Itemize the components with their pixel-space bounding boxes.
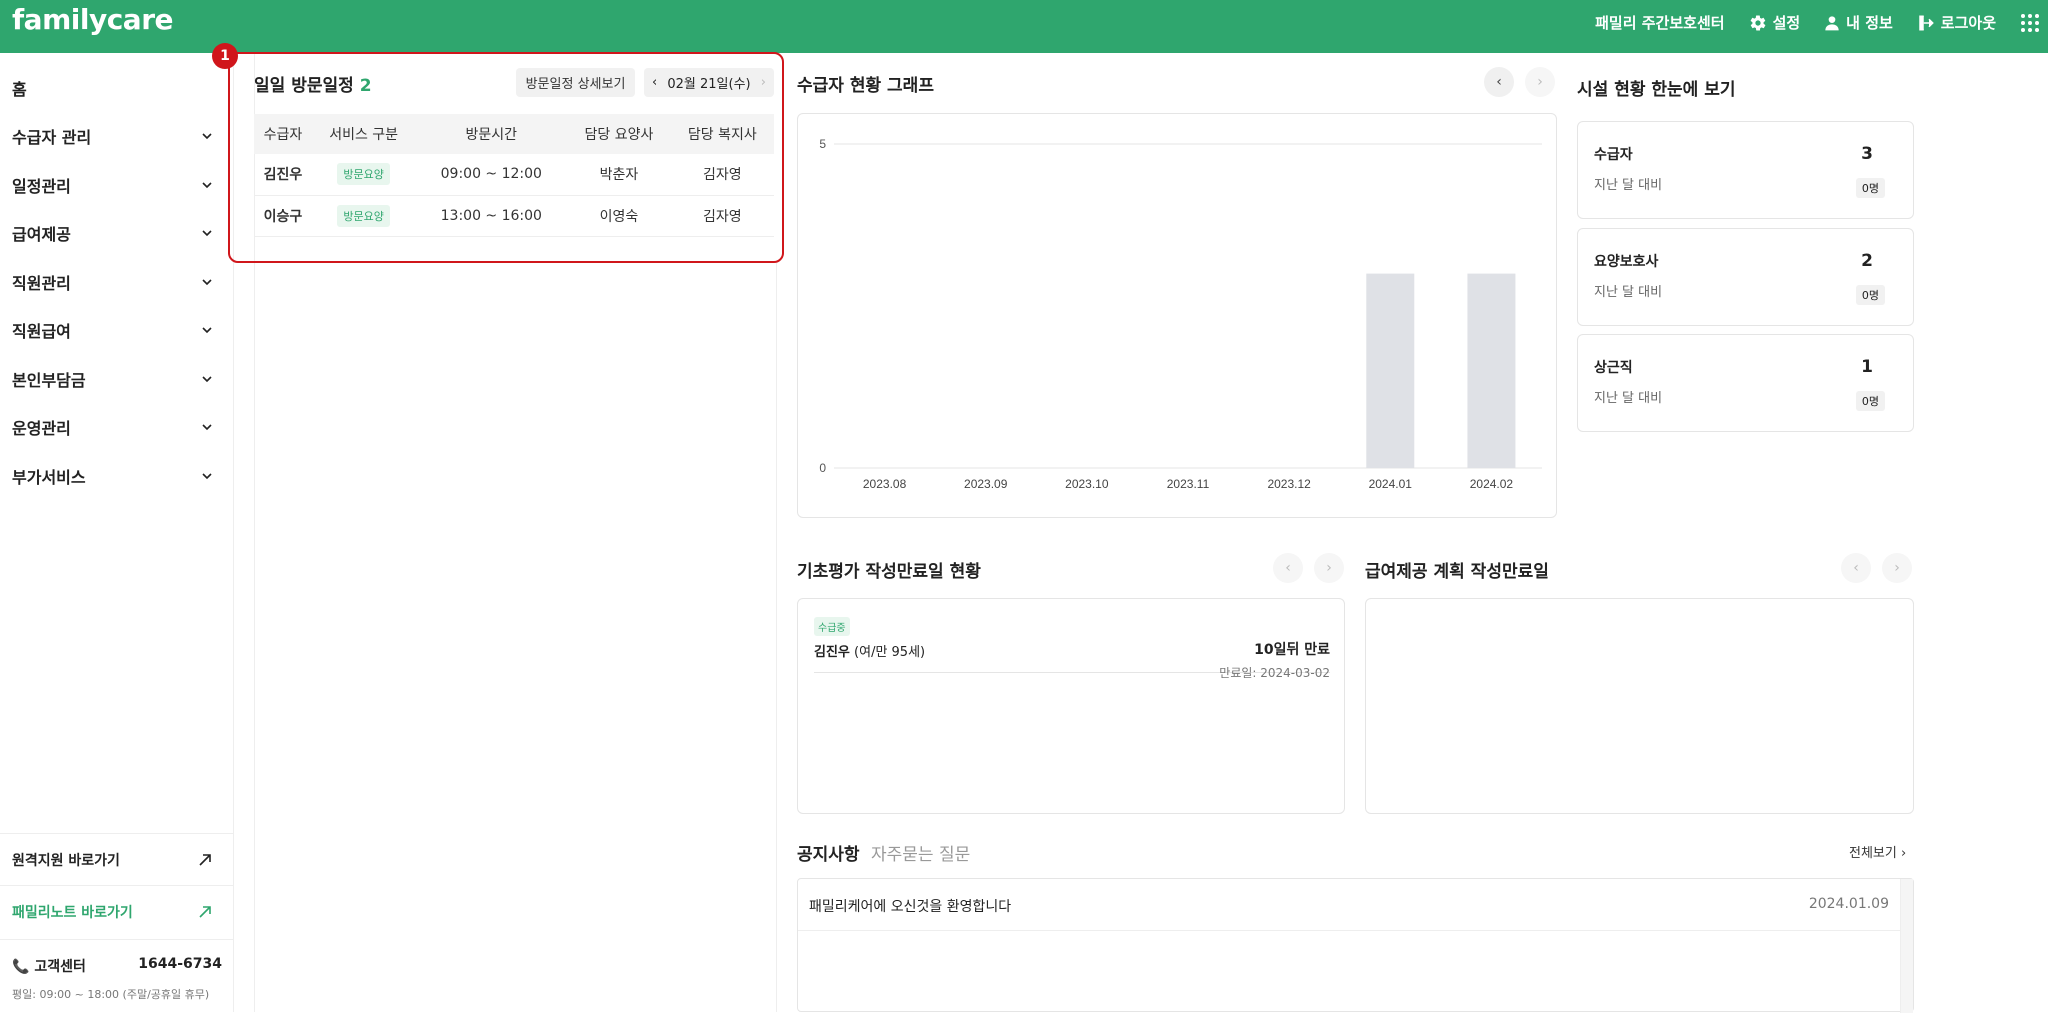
stat-card-recipients: 수급자 지난 달 대비 3 0명 [1577, 121, 1914, 219]
logo[interactable]: familycare [12, 3, 174, 36]
sidebar-item-schedule[interactable]: 일정관리 [12, 170, 212, 200]
sidebar-item-staff[interactable]: 직원관리 [12, 267, 212, 297]
status-badge: 수급중 [814, 617, 850, 636]
gear-icon [1750, 15, 1765, 31]
x-tick-label: 2023.12 [1267, 477, 1311, 491]
visit-table: 수급자 서비스 구분 방문시간 담당 요양사 담당 복지사 김진우 방문요양 0… [254, 114, 774, 237]
chevron-down-icon [202, 279, 212, 286]
sidebar-item-benefits[interactable]: 급여제공 [12, 218, 212, 248]
divider [776, 263, 777, 1012]
sidebar-item-operations[interactable]: 운영관리 [12, 412, 212, 442]
eval-name: 김진우 [814, 645, 850, 660]
service-tag: 방문요양 [337, 204, 390, 227]
eval-next-button[interactable]: › [1314, 553, 1344, 583]
eval-detail: (여/만 95세) [854, 645, 926, 660]
table-header: 수급자 서비스 구분 방문시간 담당 요양사 담당 복지사 [254, 114, 774, 154]
arrow-up-right-icon [199, 853, 211, 866]
notice-date: 2024.01.09 [1808, 896, 1889, 912]
top-nav: 패밀리 주간보호센터 설정 내 정보 로그아웃 [1571, 0, 2048, 45]
graph-next-button[interactable]: › [1525, 67, 1555, 97]
eval-remaining: 10일뒤 만료 [1254, 642, 1330, 658]
x-tick-label: 2023.09 [964, 477, 1008, 491]
date-label: 02월 21일(수) [667, 77, 751, 92]
recipient-chart: 0 5 2023.08 2023.09 2023.10 2023.11 2023.12 202… [797, 113, 1557, 518]
x-tick-label: 2023.11 [1167, 477, 1210, 491]
chevron-down-icon [202, 133, 212, 140]
cs-hours: 평일: 09:00 ~ 18:00 (주말/공휴일 휴무) [12, 988, 210, 1001]
plan-next-button[interactable]: › [1882, 553, 1912, 583]
top-bar: familycare 패밀리 주간보호센터 설정 내 정보 로그아웃 [0, 0, 2048, 53]
eval-item[interactable]: 수급중 김진우 (여/만 95세) 10일뒤 만료 만료일: 2024-03-0… [814, 617, 1330, 680]
chevron-down-icon [202, 376, 212, 383]
bar-chart: 0 5 2023.08 2023.09 2023.10 2023.11 2023.12 202… [819, 137, 1542, 491]
myinfo-button[interactable]: 내 정보 [1824, 12, 1893, 33]
plan-card [1365, 598, 1914, 814]
date-selector: ‹ 02월 21일(수) › [644, 68, 774, 97]
eval-prev-button[interactable]: ‹ [1273, 553, 1303, 583]
apps-grid-icon [2021, 13, 2039, 32]
table-row[interactable]: 이승구 방문요양 13:00 ~ 16:00 이영숙 김자영 [254, 195, 774, 237]
stat-card-caregivers: 요양보호사 지난 달 대비 2 0명 [1577, 228, 1914, 326]
y-tick-label: 0 [819, 461, 826, 475]
x-tick-label: 2023.10 [1065, 477, 1109, 491]
view-all-link[interactable]: 전체보기 › [1849, 842, 1906, 861]
chevron-right-icon[interactable]: › [761, 75, 766, 90]
chevron-down-icon [202, 230, 212, 237]
remote-support-link[interactable]: 원격지원 바로가기 [0, 833, 234, 885]
scrollbar[interactable] [1900, 879, 1913, 1013]
notice-text: 패밀리케어에 오신것을 환영합니다 [809, 899, 1012, 915]
sidebar-item-addons[interactable]: 부가서비스 [12, 461, 212, 491]
logout-button[interactable]: 로그아웃 [1917, 12, 1996, 33]
y-tick-label: 5 [819, 137, 826, 151]
tab-notice[interactable]: 공지사항 [797, 840, 860, 865]
sidebar-item-payroll[interactable]: 직원급여 [12, 315, 212, 345]
chevron-right-icon: › [1900, 846, 1907, 861]
table-row[interactable]: 김진우 방문요양 09:00 ~ 12:00 박춘자 김자영 [254, 154, 774, 196]
chevron-left-icon[interactable]: ‹ [652, 75, 657, 90]
eval-expiry: 만료일: 2024-03-02 [1219, 666, 1330, 680]
sidebar-item-copay[interactable]: 본인부담금 [12, 364, 212, 394]
arrow-up-right-icon [199, 905, 211, 918]
service-tag: 방문요양 [337, 163, 390, 186]
customer-center: 📞 고객센터 1644-6734 평일: 09:00 ~ 18:00 (주말/공… [0, 939, 234, 1018]
plan-prev-button[interactable]: ‹ [1841, 553, 1871, 583]
x-tick-label: 2023.08 [863, 477, 907, 491]
tab-faq[interactable]: 자주묻는 질문 [871, 840, 970, 865]
graph-prev-button[interactable]: ‹ [1484, 67, 1514, 97]
sidebar-item-recipients[interactable]: 수급자 관리 [12, 121, 212, 151]
familynote-link[interactable]: 패밀리노트 바로가기 [0, 885, 234, 937]
annotation-badge: 1 [212, 43, 238, 69]
list-item[interactable]: 패밀리케어에 오신것을 환영합니다 2024.01.09 [798, 879, 1901, 931]
bar [1467, 273, 1516, 468]
settings-button[interactable]: 설정 [1749, 12, 1800, 33]
cs-phone: 1644-6734 [138, 956, 222, 972]
user-icon [1825, 15, 1839, 30]
center-name: 패밀리 주간보호센터 [1595, 14, 1725, 32]
bar [1366, 273, 1415, 468]
visit-detail-button[interactable]: 방문일정 상세보기 [516, 68, 635, 97]
visit-title: 일일 방문일정 2 [254, 76, 372, 96]
sidebar-item-home[interactable]: 홈 [12, 73, 212, 103]
apps-grid-button[interactable] [2020, 13, 2040, 33]
chevron-down-icon [202, 327, 212, 334]
x-tick-label: 2024.01 [1369, 477, 1413, 491]
chevron-down-icon [202, 473, 212, 480]
chevron-down-icon [202, 424, 212, 431]
phone-icon: 📞 [12, 959, 30, 975]
eval-card: 수급중 김진우 (여/만 95세) 10일뒤 만료 만료일: 2024-03-0… [797, 598, 1345, 814]
plan-title: 급여제공 계획 작성만료일 [1365, 562, 1549, 582]
chevron-down-icon [202, 182, 212, 189]
facility-title: 시설 현황 한눈에 보기 [1577, 80, 1736, 100]
logout-icon [1919, 15, 1934, 30]
sidebar: 홈 수급자 관리 일정관리 급여제공 직원관리 직원급여 본인부담금 운영관리 … [0, 53, 234, 1012]
graph-title: 수급자 현황 그래프 [797, 76, 934, 96]
stat-card-fulltime: 상근직 지난 달 대비 1 0명 [1577, 334, 1914, 432]
x-tick-label: 2024.02 [1470, 477, 1514, 491]
notice-list: 패밀리케어에 오신것을 환영합니다 2024.01.09 [797, 878, 1914, 1013]
visit-count: 2 [359, 76, 372, 96]
eval-title: 기초평가 작성만료일 현황 [797, 562, 981, 582]
